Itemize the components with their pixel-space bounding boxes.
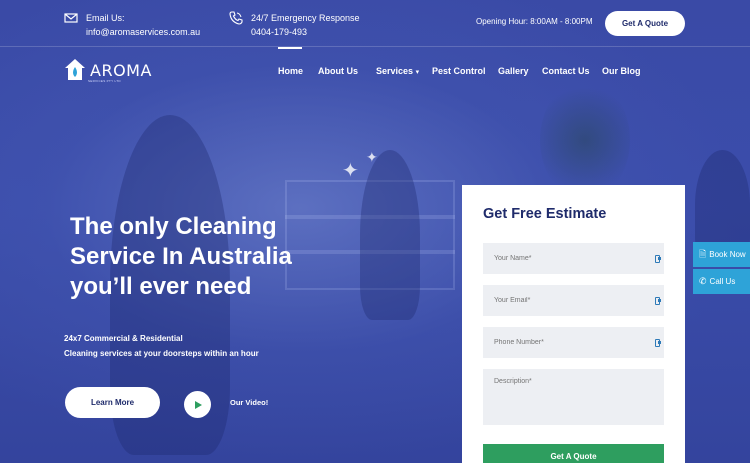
phone-value[interactable]: 0404-179-493: [251, 25, 360, 39]
document-icon: 🗎: [699, 249, 707, 260]
name-field[interactable]: [483, 243, 664, 274]
nav-services-label: Services: [376, 66, 414, 76]
estimate-form: Get Free Estimate Get A Quote: [462, 185, 685, 463]
logo-brand: AROMA: [90, 60, 152, 80]
play-icon: [195, 400, 202, 409]
autofill-icon: [655, 297, 661, 305]
phone-icon: ✆: [699, 276, 707, 287]
nav-active-indicator: [278, 47, 302, 49]
opening-hours: Opening Hour: 8:00AM - 8:00PM: [476, 17, 593, 26]
chevron-down-icon: ▾: [415, 68, 420, 76]
phone-label: 24/7 Emergency Response: [251, 13, 360, 23]
phone-icon: [229, 11, 243, 25]
hero-title: The only Cleaning Service In Australia y…: [70, 213, 292, 300]
nav-pest-control[interactable]: Pest Control: [432, 66, 486, 76]
book-now-label: Book Now: [709, 250, 746, 259]
hero-subtitle-line1: 24x7 Commercial & Residential: [64, 334, 183, 343]
nav-gallery[interactable]: Gallery: [498, 66, 529, 76]
hero-subtitle: 24x7 Commercial & Residential Cleaning s…: [64, 331, 259, 361]
house-drop-logo-icon: [65, 59, 85, 80]
background-plant: [540, 80, 630, 200]
logo[interactable]: AROMA SERVICES PTY LTD: [64, 58, 152, 83]
autofill-icon: [655, 255, 661, 263]
phone-contact[interactable]: 24/7 Emergency Response 0404-179-493: [229, 11, 360, 39]
top-bar: Email Us: info@aromaservices.com.au 24/7…: [0, 0, 750, 47]
book-now-tab[interactable]: 🗎 Book Now: [693, 242, 750, 267]
video-label[interactable]: Our Video!: [230, 398, 268, 407]
email-contact[interactable]: Email Us: info@aromaservices.com.au: [64, 11, 200, 39]
sparkle-icon: ✦: [366, 150, 378, 166]
form-get-quote-button[interactable]: Get A Quote: [483, 444, 664, 463]
header-get-quote-button[interactable]: Get A Quote: [605, 11, 685, 36]
nav-about-us[interactable]: About Us: [318, 66, 358, 76]
autofill-icon: [655, 339, 661, 347]
background-person: [360, 150, 420, 320]
logo-tagline: SERVICES PTY LTD: [88, 79, 121, 83]
email-value[interactable]: info@aromaservices.com.au: [86, 25, 200, 39]
nav-services[interactable]: Services ▾: [376, 66, 419, 76]
call-us-label: Call Us: [709, 277, 736, 286]
description-field[interactable]: [483, 369, 664, 425]
play-video-button[interactable]: [184, 391, 211, 418]
learn-more-button[interactable]: Learn More: [65, 387, 160, 418]
hero-subtitle-line2: Cleaning services at your doorsteps with…: [64, 349, 259, 358]
nav-home[interactable]: Home: [278, 66, 303, 76]
nav-our-blog[interactable]: Our Blog: [602, 66, 641, 76]
email-label: Email Us:: [86, 13, 125, 23]
email-field[interactable]: [483, 285, 664, 316]
nav-contact-us[interactable]: Contact Us: [542, 66, 590, 76]
call-us-tab[interactable]: ✆ Call Us: [693, 269, 750, 294]
phone-field[interactable]: [483, 327, 664, 358]
envelope-icon: [64, 13, 78, 23]
sparkle-icon: ✦: [342, 158, 359, 182]
estimate-form-title: Get Free Estimate: [483, 206, 607, 222]
